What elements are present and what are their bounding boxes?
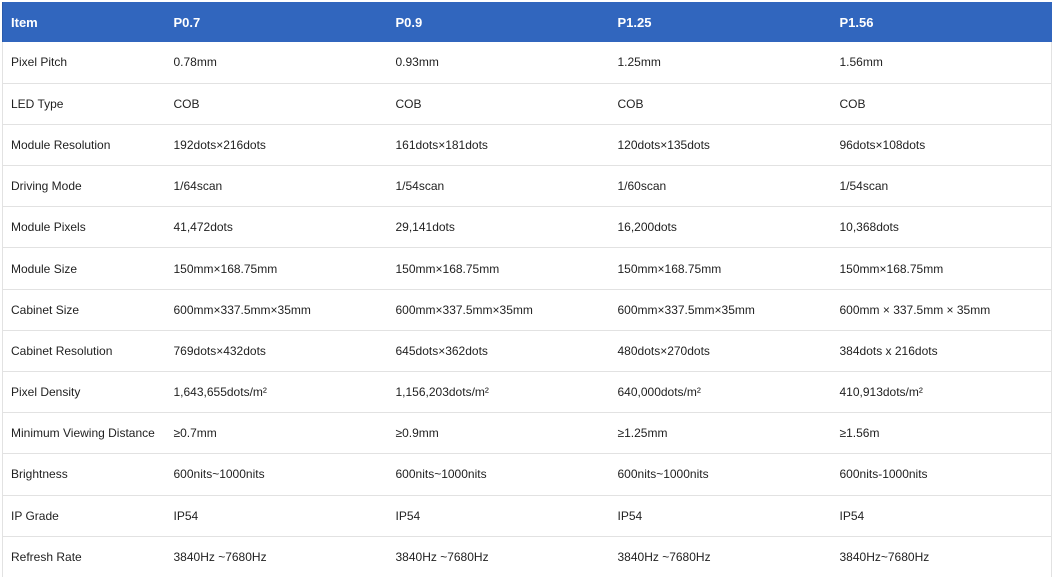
value-cell: COB [831,83,1052,125]
header-cell-p156: P1.56 [831,2,1052,42]
table-row: Cabinet Size 600mm×337.5mm×35mm 600mm×337.… [2,289,1052,331]
value-cell: 96dots×108dots [831,124,1052,167]
table-row: Module Pixels 41,472dots 29,141dots 16,200d… [2,206,1052,249]
table-row: Driving Mode 1/64scan 1/54scan 1/60scan 1/54… [2,165,1052,208]
spec-table-container: Item P0.7 P0.9 P1.25 P1.56 Pixel Pitch 0.… [0,0,1054,577]
value-cell: 16,200dots [609,206,832,249]
table-row: Brightness 600nits~1000nits 600nits~1000ni… [2,453,1052,496]
table-row: Module Resolution 192dots×216dots 161dots×… [2,124,1052,167]
value-cell: IP54 [831,495,1052,537]
table-row: Cabinet Resolution 769dots×432dots 645dots… [2,330,1052,373]
header-cell-p07: P0.7 [165,2,388,42]
header-row: Item P0.7 P0.9 P1.25 P1.56 [2,2,1052,42]
value-cell: ≥1.25mm [609,412,832,455]
value-cell: IP54 [609,495,832,537]
value-cell: 645dots×362dots [387,330,610,373]
row-label-cell: Refresh Rate [2,536,166,577]
row-label-cell: Cabinet Resolution [2,330,166,373]
value-cell: 0.93mm [387,42,610,84]
value-cell: 3840Hz ~7680Hz [173,550,267,565]
value-cell: COB [609,83,832,125]
value-cell: 3840Hz~7680Hz [831,536,1052,577]
row-label-cell: IP Grade [2,495,166,537]
value-cell: 1/54scan [387,165,610,208]
value-cell: 1/54scan [831,165,1052,208]
table-row: Refresh Rate 3840Hz ~7680Hz 3840Hz ~7680Hz… [2,536,1052,577]
value-cell: 161dots×181dots [387,124,610,167]
row-label-cell: Module Size [2,247,166,290]
row-label-cell: Module Resolution [2,124,166,167]
value-cell: 120dots×135dots [609,124,832,167]
table-row: LED Type COB COB COB COB [2,83,1052,125]
value-cell: 10,368dots [831,206,1052,249]
value-cell: IP54 [387,495,610,537]
value-cell: 1/60scan [609,165,832,208]
value-cell: 1.25mm [609,42,832,84]
table-row: Pixel Density 1,643,655dots/m² 1,156,203do… [2,371,1052,414]
table-row: Pixel Pitch 0.78mm 0.93mm 1.25mm 1.56mm [2,42,1052,84]
row-label-cell: Module Pixels [2,206,166,249]
value-cell: 384dots x 216dots [831,330,1052,373]
row-label-cell: Driving Mode [2,165,166,208]
value-cell: 150mm×168.75mm [609,247,832,290]
row-label-cell: Brightness [2,453,166,496]
row-label-cell: Pixel Density [2,371,166,414]
value-cell: ≥0.9mm [387,412,610,455]
value-cell: 0.78mm [165,42,388,84]
value-cell: IP54 [165,495,388,537]
value-cell: COB [387,83,610,125]
value-cell: ≥1.56m [831,412,1052,455]
value-cell: 410,913dots/m² [831,371,1052,414]
value-cell: 600nits~1000nits [165,453,388,496]
value-cell: 600mm × 337.5mm × 35mm [831,289,1052,331]
value-cell: 600nits-1000nits [831,453,1052,496]
value-cell: 1,643,655dots/m² [165,371,388,414]
value-cell: 3840Hz ~7680Hz [395,550,489,565]
table-header: Item P0.7 P0.9 P1.25 P1.56 [2,2,1052,42]
table-row: Minimum Viewing Distance ≥0.7mm ≥0.9mm ≥1.2… [2,412,1052,455]
value-cell: 600mm×337.5mm×35mm [609,289,832,331]
value-cell: 150mm×168.75mm [165,247,388,290]
value-cell: 192dots×216dots [165,124,388,167]
row-label-cell: Minimum Viewing Distance [2,412,166,455]
value-cell: 480dots×270dots [609,330,832,373]
row-label-cell: Pixel Pitch [2,42,166,84]
spec-table: Item P0.7 P0.9 P1.25 P1.56 Pixel Pitch 0.… [2,2,1052,577]
value-cell: 600mm×337.5mm×35mm [387,289,610,331]
value-cell: 1.56mm [831,42,1052,84]
value-cell: 41,472dots [165,206,388,249]
header-cell-p09: P0.9 [387,2,610,42]
row-label-cell: Cabinet Size [2,289,166,331]
value-cell: 769dots×432dots [165,330,388,373]
value-cell: 29,141dots [387,206,610,249]
value-cell: 600nits~1000nits [387,453,610,496]
value-cell: 600nits~1000nits [609,453,832,496]
value-cell: 640,000dots/m² [609,371,832,414]
value-cell: 1,156,203dots/m² [387,371,610,414]
header-cell-p125: P1.25 [609,2,832,42]
value-cell: 600mm×337.5mm×35mm [165,289,388,331]
value-cell: 1/64scan [165,165,388,208]
table-row: IP Grade IP54 IP54 IP54 IP54 [2,495,1052,537]
table-row: Module Size 150mm×168.75mm 150mm×168.75mm 1… [2,247,1052,290]
value-cell: 3840Hz ~7680Hz [617,550,711,565]
value-cell: COB [165,83,388,125]
value-cell: ≥0.7mm [165,412,388,455]
table-body: Pixel Pitch 0.78mm 0.93mm 1.25mm 1.56mm LED T… [2,42,1052,577]
value-cell: 150mm×168.75mm [387,247,610,290]
header-cell-item: Item [2,2,166,42]
row-label-cell: LED Type [2,83,166,125]
value-cell: 150mm×168.75mm [831,247,1052,290]
